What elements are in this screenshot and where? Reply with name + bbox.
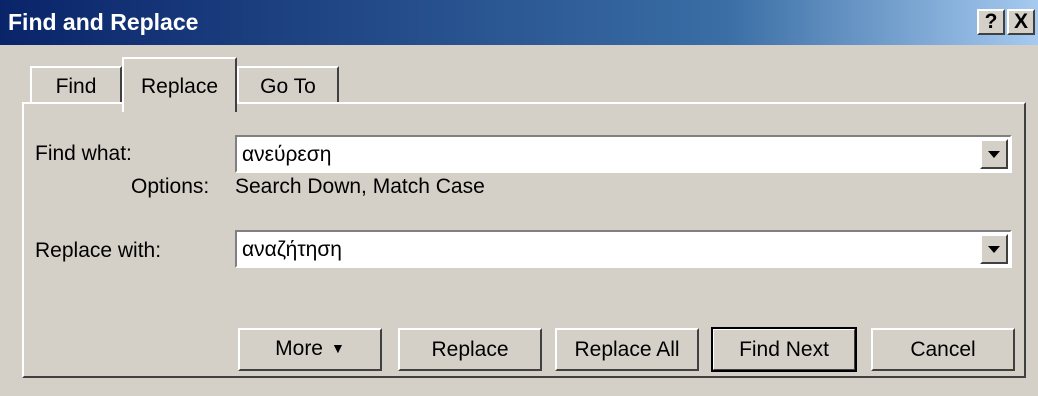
replace-all-button[interactable]: Replace All bbox=[555, 328, 699, 371]
replace-with-label: Replace with: bbox=[35, 239, 162, 262]
tab-replace[interactable]: Replace bbox=[122, 57, 237, 112]
more-arrow-icon: ▼ bbox=[331, 340, 345, 356]
find-dropdown-arrow-icon[interactable] bbox=[980, 139, 1008, 169]
replace-dropdown-arrow-icon[interactable] bbox=[980, 234, 1008, 264]
more-button[interactable]: More ▼ bbox=[238, 328, 382, 371]
replace-button[interactable]: Replace bbox=[398, 328, 542, 371]
close-button[interactable]: X bbox=[1007, 9, 1035, 35]
options-value: Search Down, Match Case bbox=[235, 175, 485, 198]
replace-with-input[interactable]: αναζήτηση bbox=[242, 236, 342, 264]
find-what-input[interactable]: ανεύρεση bbox=[242, 141, 331, 169]
cancel-button[interactable]: Cancel bbox=[871, 328, 1015, 371]
help-button[interactable]: ? bbox=[977, 9, 1005, 35]
find-what-label: Find what: bbox=[35, 142, 132, 165]
title-bar[interactable]: Find and Replace ? X bbox=[0, 0, 1038, 45]
find-what-combobox[interactable]: ανεύρεση bbox=[235, 135, 1012, 173]
replace-with-combobox[interactable]: αναζήτηση bbox=[235, 230, 1012, 268]
options-label: Options: bbox=[131, 175, 210, 198]
window-title: Find and Replace bbox=[8, 9, 199, 35]
more-button-label: More bbox=[275, 337, 323, 360]
find-next-button[interactable]: Find Next bbox=[711, 327, 857, 372]
